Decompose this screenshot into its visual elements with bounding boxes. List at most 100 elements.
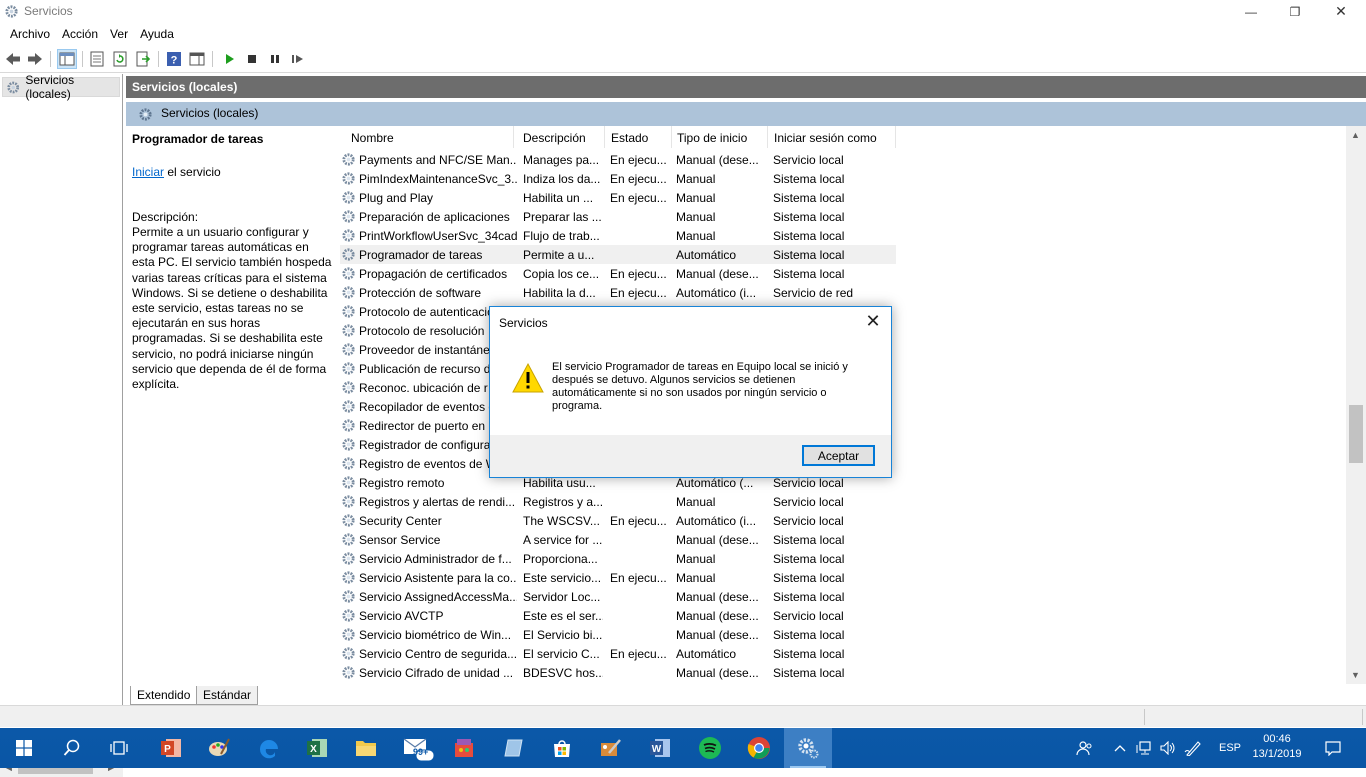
service-row[interactable]: Servicio Asistente para la co... Este ser…	[340, 568, 896, 587]
word-icon[interactable]: W	[636, 728, 684, 768]
service-action: Iniciar el servicio	[132, 165, 221, 179]
start-button-windows-icon[interactable]	[0, 728, 48, 768]
list-vertical-scrollbar[interactable]: ▲ ▼	[1346, 126, 1366, 684]
notebook-icon[interactable]	[490, 728, 538, 768]
forward-arrow-icon[interactable]	[25, 49, 45, 69]
service-row[interactable]: PimIndexMaintenanceSvc_3... Indiza los da…	[340, 169, 896, 188]
pause-service-icon[interactable]	[265, 49, 285, 69]
pane-header: Servicios (locales)	[126, 76, 1366, 98]
service-name: Protección de software	[359, 286, 482, 300]
tab-extendido[interactable]: Extendido	[130, 686, 198, 705]
refresh-icon[interactable]	[110, 49, 130, 69]
services-app-gear-icon[interactable]	[784, 728, 832, 768]
ok-button[interactable]: Aceptar	[802, 445, 875, 466]
tools-icon[interactable]	[587, 728, 635, 768]
column-header-state[interactable]: Estado	[606, 126, 672, 148]
people-icon[interactable]	[1073, 728, 1097, 768]
microsoft-store-icon[interactable]	[538, 728, 586, 768]
service-gear-icon	[342, 438, 355, 451]
service-row[interactable]: Security Center The WSCSV... En ejecu... Au…	[340, 511, 896, 530]
powerpoint-icon[interactable]: P	[147, 728, 195, 768]
service-name: PrintWorkflowUserSvc_34cad	[359, 229, 517, 243]
excel-icon[interactable]: X	[293, 728, 341, 768]
service-row[interactable]: Registros y alertas de rendi... Registros…	[340, 492, 896, 511]
restart-service-icon[interactable]	[288, 49, 308, 69]
search-icon[interactable]	[48, 728, 96, 768]
stop-service-icon[interactable]	[242, 49, 262, 69]
service-description: Habilita usu...	[523, 476, 596, 490]
service-description: Permite a u...	[523, 248, 595, 262]
service-row[interactable]: Servicio Administrador de f... Proporcion…	[340, 549, 896, 568]
service-row[interactable]: Protección de software Habilita la d... En…	[340, 283, 896, 302]
service-row[interactable]: Sensor Service A service for ... Manual (d…	[340, 530, 896, 549]
service-name: Preparación de aplicaciones	[359, 210, 510, 224]
clock[interactable]: 00:46 13/1/2019	[1252, 732, 1302, 762]
service-gear-icon	[342, 590, 355, 603]
menu-ver[interactable]: Ver	[104, 23, 134, 44]
paint-icon[interactable]	[195, 728, 243, 768]
minimize-button[interactable]: —	[1228, 0, 1274, 23]
pane-subheader: Servicios (locales)	[126, 102, 1366, 126]
service-row[interactable]: Preparación de aplicaciones Preparar las …	[340, 207, 896, 226]
properties-icon[interactable]	[87, 49, 107, 69]
service-row[interactable]: Payments and NFC/SE Man... Manages pa... E…	[340, 150, 896, 169]
chevron-up-icon[interactable]	[1110, 728, 1130, 768]
service-row[interactable]: Servicio AssignedAccessMa... Servidor Loc…	[340, 587, 896, 606]
service-startup-type: Manual	[676, 571, 716, 585]
back-arrow-icon[interactable]	[3, 49, 23, 69]
service-name: Registro remoto	[359, 476, 445, 490]
column-header-description[interactable]: Descripción	[518, 126, 605, 148]
maximize-button[interactable]: ❐	[1272, 0, 1318, 23]
service-description: Registros y a...	[523, 495, 603, 509]
service-title: Programador de tareas	[132, 132, 264, 146]
service-row[interactable]: Servicio Centro de segurida... El servici…	[340, 644, 896, 663]
language-indicator[interactable]: ESP	[1212, 728, 1248, 768]
tree-item-services-local[interactable]: Servicios (locales)	[2, 73, 120, 101]
edge-browser-icon[interactable]	[245, 728, 293, 768]
dialog-close-icon[interactable]: ✕	[863, 311, 883, 331]
volume-icon[interactable]	[1157, 728, 1179, 768]
service-description: Proporciona...	[523, 552, 598, 566]
column-header-name[interactable]: ^ Nombre	[340, 126, 514, 148]
start-service-icon[interactable]	[219, 49, 239, 69]
service-startup-type: Manual (dese...	[676, 590, 759, 604]
scroll-up-icon[interactable]: ▲	[1351, 130, 1360, 140]
column-header-logon[interactable]: Iniciar sesión como	[768, 126, 896, 148]
service-description: Preparar las ...	[523, 210, 602, 224]
sort-ascending-icon: ^	[433, 126, 438, 131]
notifications-icon[interactable]	[1318, 728, 1348, 768]
export-list-icon[interactable]	[133, 49, 153, 69]
file-explorer-icon[interactable]	[342, 728, 390, 768]
start-service-link[interactable]: Iniciar	[132, 165, 164, 179]
store-games-icon[interactable]	[440, 728, 488, 768]
close-button[interactable]: ✕	[1318, 0, 1364, 23]
service-row[interactable]: Programador de tareas Permite a u... Autom…	[340, 245, 896, 264]
scroll-thumb[interactable]	[1349, 405, 1363, 463]
service-row[interactable]: Plug and Play Habilita un ... En ejecu... M…	[340, 188, 896, 207]
mail-icon[interactable]: 99+	[392, 728, 440, 768]
menu-archivo[interactable]: Archivo	[4, 23, 56, 44]
service-row[interactable]: Servicio biométrico de Win... El Servicio…	[340, 625, 896, 644]
pen-ink-icon[interactable]	[1181, 728, 1205, 768]
help-icon[interactable]: ?	[164, 49, 184, 69]
service-row[interactable]: Propagación de certificados Copia los ce.…	[340, 264, 896, 283]
spotify-icon[interactable]	[686, 728, 734, 768]
service-state: En ejecu...	[610, 647, 667, 661]
action-pane-icon[interactable]	[187, 49, 207, 69]
service-row[interactable]: Servicio AVCTP Este es el ser... Manual (d…	[340, 606, 896, 625]
console-tree-icon[interactable]	[57, 49, 77, 69]
network-icon[interactable]	[1134, 728, 1156, 768]
service-logon-as: Sistema local	[773, 191, 845, 205]
menu-accion[interactable]: Acción	[56, 23, 104, 44]
service-logon-as: Sistema local	[773, 647, 845, 661]
task-view-icon[interactable]	[95, 728, 143, 768]
menu-ayuda[interactable]: Ayuda	[134, 23, 180, 44]
service-gear-icon	[342, 229, 355, 242]
scroll-down-icon[interactable]: ▼	[1351, 670, 1360, 680]
service-row[interactable]: Servicio Cifrado de unidad ... BDESVC hos…	[340, 663, 896, 682]
service-startup-type: Automático	[676, 647, 737, 661]
tab-estandar[interactable]: Estándar	[196, 686, 259, 705]
service-row[interactable]: PrintWorkflowUserSvc_34cad Flujo de trab.…	[340, 226, 896, 245]
chrome-icon[interactable]	[735, 728, 783, 768]
column-header-startup[interactable]: Tipo de inicio	[672, 126, 768, 148]
